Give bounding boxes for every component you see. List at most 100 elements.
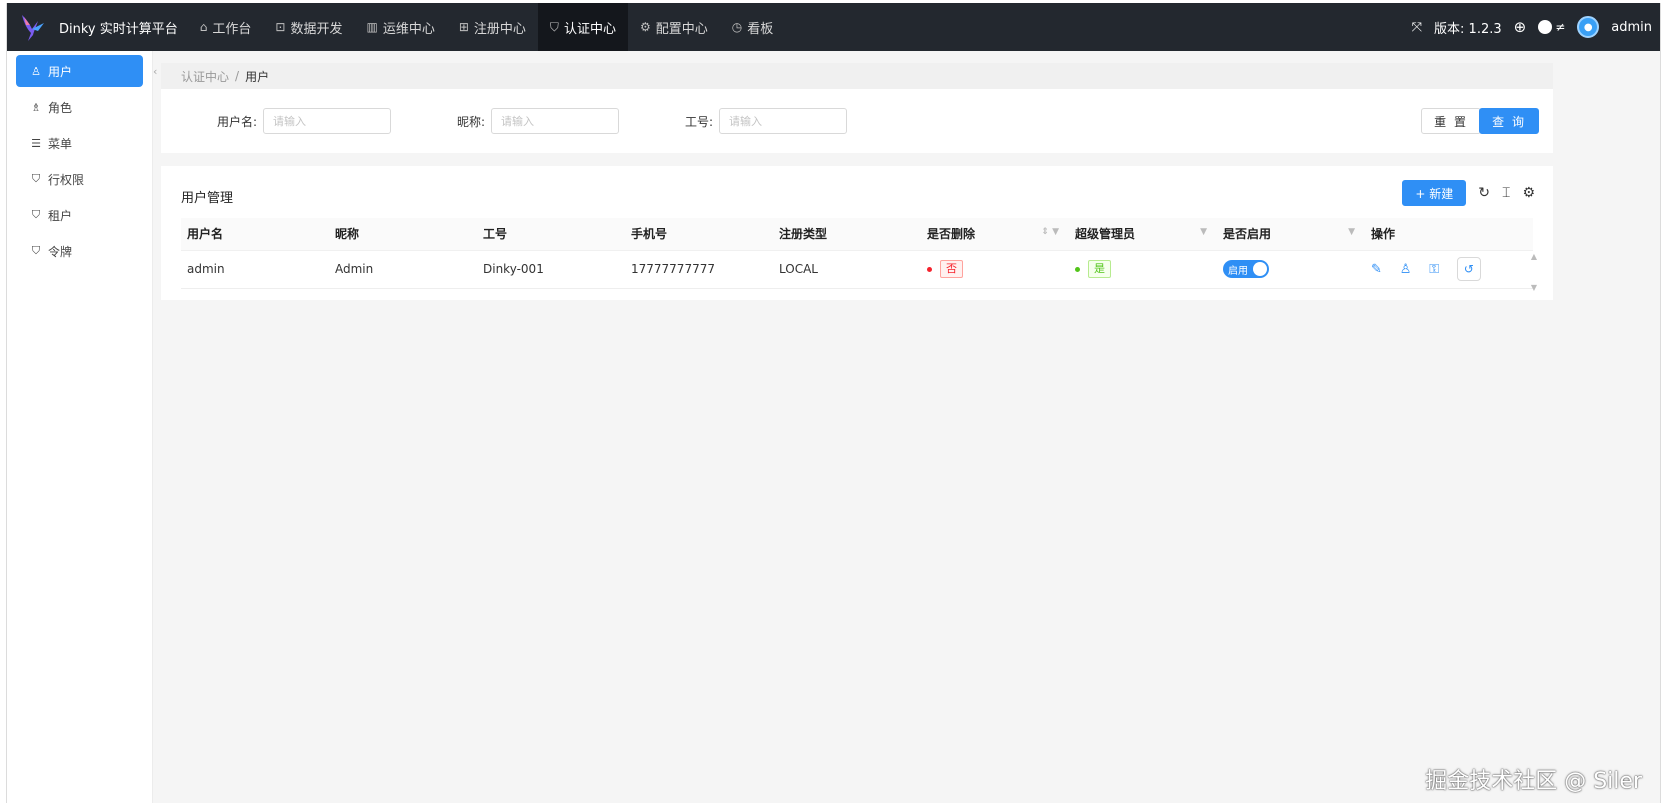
brand-title: Dinky 实时计算平台 <box>59 21 178 37</box>
fullscreen-icon[interactable]: ⤧ <box>1412 20 1422 35</box>
reset-button[interactable]: 重 置 <box>1421 108 1481 134</box>
refresh-icon[interactable]: ↻ <box>1478 185 1490 201</box>
cell-superadmin: 是 <box>1069 250 1217 289</box>
filter-icon[interactable]: ▼ <box>1200 227 1207 237</box>
status-dot-icon <box>1075 266 1080 272</box>
breadcrumb: 认证中心 / 用户 <box>161 63 1553 89</box>
cell-regtype: LOCAL <box>773 250 921 289</box>
nav-label: 配置中心 <box>655 21 708 37</box>
sort-filter-icon[interactable]: ⇕ ▼ <box>1041 227 1059 237</box>
switch-knob <box>1253 262 1267 276</box>
scroll-up-icon[interactable]: ▲ <box>1531 252 1537 261</box>
theme-toggle[interactable]: ≠ <box>1538 20 1565 34</box>
sidebar-item-label: 角色 <box>48 100 73 115</box>
gear-icon: ⚙ <box>639 20 651 34</box>
nav-dashboard[interactable]: ◷ 看板 <box>720 3 786 51</box>
nav-workbench[interactable]: ⌂ 工作台 <box>188 3 264 51</box>
username-field: 用户名: <box>217 108 392 134</box>
worknum-field: 工号: <box>685 108 848 134</box>
sidebar-item-user[interactable]: ♙ 用户 <box>16 55 143 87</box>
shield-icon: ⛉ <box>549 19 559 34</box>
username-label[interactable]: admin <box>1611 20 1652 35</box>
nav-registry[interactable]: ⊞ 注册中心 <box>447 3 538 51</box>
nav-data-studio[interactable]: ⊡ 数据开发 <box>263 3 354 51</box>
nav-settings[interactable]: ⚙ 配置中心 <box>628 3 720 51</box>
user-icon: ♙ <box>31 64 41 78</box>
col-header-nickname: 昵称 <box>329 218 477 251</box>
query-button[interactable]: 查 询 <box>1479 108 1539 134</box>
nav-devops[interactable]: ▥ 运维中心 <box>354 3 446 51</box>
breadcrumb-separator: / <box>235 69 240 83</box>
col-header-enabled: 是否启用 ▼ <box>1217 218 1365 251</box>
table-title: 用户管理 <box>181 191 234 206</box>
nav-label: 注册中心 <box>473 21 526 37</box>
sidebar-item-label: 租户 <box>48 208 73 223</box>
logo[interactable] <box>7 3 59 51</box>
col-header-regtype: 注册类型 <box>773 218 921 251</box>
scroll-down-icon[interactable]: ▼ <box>1531 283 1537 292</box>
table-header-row: 用户名 昵称 工号 手机号 注册类型 是否删除 ⇕ ▼ 超级管理员 ▼ 是否启用 ▼ … <box>181 218 1533 251</box>
switch-label: 启用 <box>1228 265 1248 277</box>
superadmin-tag: 是 <box>1088 260 1111 278</box>
home-icon: ⌂ <box>199 20 208 34</box>
col-header-isdelete: 是否删除 ⇕ ▼ <box>921 218 1069 251</box>
user-table-card: 用户管理 + 新建 ↻ ⌶ ⚙ 用户名 昵称 工号 手机号 注册类型 是否删除 ⇕… <box>161 166 1553 300</box>
username-label: 用户名: <box>217 114 258 129</box>
sidebar-item-label: 行权限 <box>48 172 85 187</box>
shield-icon: ⛉ <box>31 208 41 221</box>
search-form: 用户名: 昵称: 工号: 重 置 查 询 <box>161 89 1553 153</box>
sidebar-item-row-permission[interactable]: ⛉ 行权限 <box>16 163 143 195</box>
edit-icon[interactable]: ✎ <box>1371 262 1382 277</box>
col-header-superadmin: 超级管理员 ▼ <box>1069 218 1217 251</box>
assign-role-icon[interactable]: ♙ <box>1400 262 1412 277</box>
col-header-label: 超级管理员 <box>1075 227 1136 242</box>
table-toolbar: + 新建 ↻ ⌶ ⚙ <box>1402 180 1535 206</box>
grid-icon: ⊞ <box>458 20 469 34</box>
filter-icon[interactable]: ▼ <box>1348 227 1355 237</box>
nav-label: 工作台 <box>212 21 252 37</box>
status-dot-icon <box>927 266 932 272</box>
nav-label: 认证中心 <box>563 21 616 37</box>
main-nav: ⌂ 工作台 ⊡ 数据开发 ▥ 运维中心 ⊞ 注册中心 ⛉ 认证中心 ⚙ 配置中心 ◷ 看板 <box>188 3 785 51</box>
avatar[interactable]: ● <box>1577 16 1600 38</box>
lock-icon[interactable]: ⚿ <box>1429 262 1439 277</box>
nav-label: 数据开发 <box>290 21 343 37</box>
globe-icon[interactable]: ⊕ <box>1514 18 1527 36</box>
settings-icon[interactable]: ⚙ <box>1522 185 1535 201</box>
delete-status-tag: 否 <box>940 260 963 278</box>
worknum-label: 工号: <box>685 114 714 129</box>
theme-dot-icon <box>1538 20 1553 34</box>
sidebar: ♙ 用户 ♗ 角色 ☰ 菜单 ⛉ 行权限 ⛉ 租户 ⛉ 令牌 <box>7 51 153 803</box>
enabled-switch[interactable]: 启用 <box>1223 260 1269 278</box>
users-icon: ♗ <box>31 100 41 114</box>
nav-auth[interactable]: ⛉ 认证中心 <box>537 3 628 51</box>
sidebar-item-role[interactable]: ♗ 角色 <box>16 91 143 123</box>
sidebar-item-token[interactable]: ⛉ 令牌 <box>16 235 143 267</box>
header-right: ⤧ 版本: 1.2.3 ⊕ ≠ ● admin <box>1412 16 1660 38</box>
cell-mobile: 17777777777 <box>625 250 773 289</box>
username-input[interactable] <box>263 108 392 134</box>
version-label: 版本: 1.2.3 <box>1434 21 1502 37</box>
cell-actions: ✎ ♙ ⚿ ↺ <box>1365 250 1533 289</box>
reset-password-icon[interactable]: ↺ <box>1456 257 1481 281</box>
moon-icon: ≠ <box>1555 20 1566 34</box>
worknum-input[interactable] <box>719 108 848 134</box>
table-scrollbar[interactable]: ▲ ▼ <box>1529 252 1539 292</box>
nickname-label: 昵称: <box>457 114 486 129</box>
column-height-icon[interactable]: ⌶ <box>1502 185 1510 201</box>
sidebar-item-menu[interactable]: ☰ 菜单 <box>16 127 143 159</box>
cell-enabled: 启用 <box>1217 250 1365 289</box>
collapse-chevron-icon[interactable]: ‹ <box>153 65 157 78</box>
nickname-input[interactable] <box>491 108 620 134</box>
breadcrumb-parent[interactable]: 认证中心 <box>181 68 229 85</box>
col-header-username: 用户名 <box>181 218 329 251</box>
cell-nickname: Admin <box>329 250 477 289</box>
sidebar-item-tenant[interactable]: ⛉ 租户 <box>16 199 143 231</box>
cell-username: admin <box>181 250 329 289</box>
sidebar-item-label: 令牌 <box>48 244 73 259</box>
new-user-button[interactable]: + 新建 <box>1402 180 1467 206</box>
cell-isdelete: 否 <box>921 250 1069 289</box>
col-header-label: 是否启用 <box>1223 227 1272 242</box>
cell-worknum: Dinky-001 <box>477 250 625 289</box>
nickname-field: 昵称: <box>457 108 620 134</box>
